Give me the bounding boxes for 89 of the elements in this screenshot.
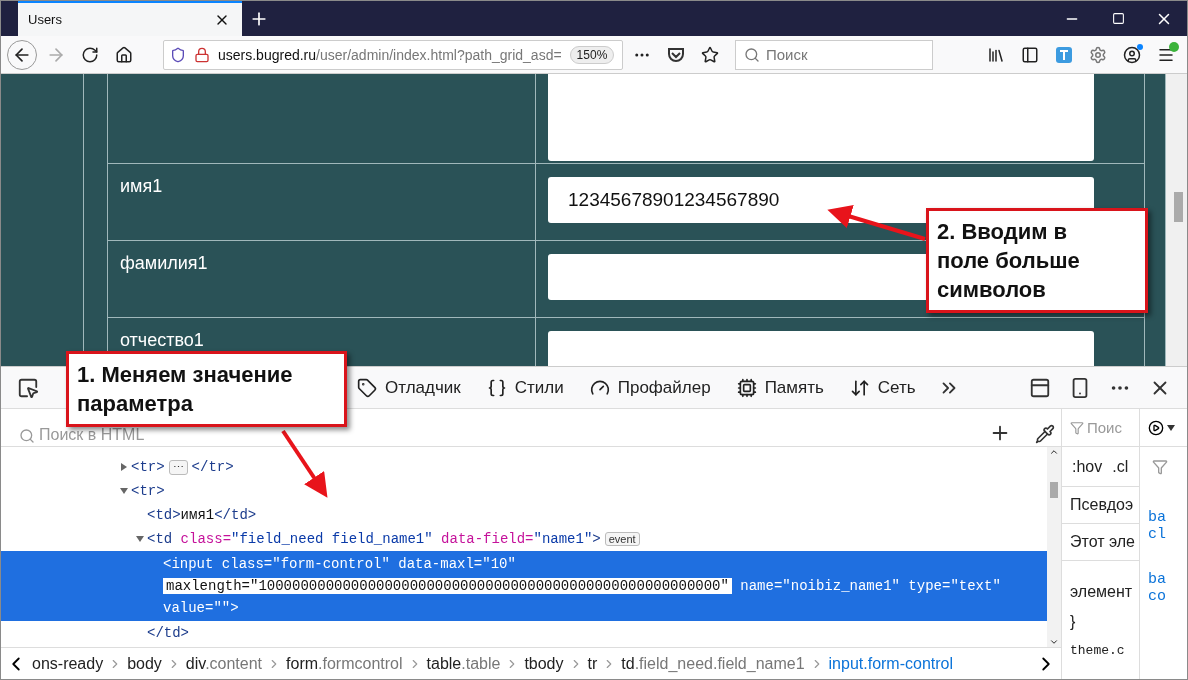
style-icon <box>486 377 507 398</box>
attribute-name: class= <box>179 531 232 547</box>
search-icon <box>744 46 760 63</box>
filter-icon <box>1070 420 1084 435</box>
devtools-tab[interactable]: Отладчик <box>347 377 471 398</box>
attribute-name: data-maxl= <box>397 556 483 572</box>
expanded-triangle-icon[interactable] <box>117 486 131 496</box>
breadcrumb[interactable]: tr <box>584 654 601 673</box>
devtools-tab[interactable]: Стили <box>476 377 574 398</box>
hover-toggle[interactable]: :hov <box>1072 457 1103 476</box>
breadcrumb[interactable]: body <box>124 654 165 673</box>
maximize-icon[interactable] <box>1111 12 1125 25</box>
lock-icon[interactable] <box>194 46 210 63</box>
breadcrumb[interactable]: table.table <box>423 654 504 673</box>
breadcrumb[interactable]: form.formcontrol <box>283 654 406 673</box>
caret-icon[interactable] <box>1166 423 1176 432</box>
rules-text: theme.c <box>1069 642 1126 660</box>
rules-text: элемент <box>1069 582 1134 602</box>
annotation-tooltip: 2. Вводим в поле больше символов <box>926 208 1148 313</box>
field-label: фамилия1 <box>120 253 208 273</box>
reload-icon[interactable] <box>81 45 99 64</box>
tag-text: </td> <box>147 625 189 641</box>
input-field[interactable] <box>548 331 1094 366</box>
attribute-value: "text" <box>950 578 1001 594</box>
attribute-value: "noibiz_name1" <box>782 578 900 594</box>
tag-text: </tr> <box>191 459 234 475</box>
home-icon[interactable] <box>115 45 133 64</box>
devtools-tab[interactable]: Память <box>726 377 834 398</box>
scrollbar[interactable] <box>1047 447 1061 647</box>
tag-text: > <box>230 600 239 616</box>
stylesheet-link[interactable]: ba <box>1140 509 1187 526</box>
browser-tab[interactable]: Users <box>18 1 242 36</box>
shield-icon[interactable] <box>170 46 186 63</box>
debugger-icon <box>357 377 377 398</box>
attribute-edit-field[interactable]: maxlength="1000000000000000000000000000000000000000000000000000000" <box>163 578 732 594</box>
node-text: имя1 <box>180 507 215 523</box>
tag-text: > <box>592 531 601 547</box>
stylesheet-link[interactable]: cl <box>1140 526 1187 543</box>
tag-text: <tr> <box>131 483 165 499</box>
event-badge[interactable]: event <box>604 532 640 546</box>
search-icon <box>19 428 35 444</box>
tag-text: </td> <box>214 507 257 523</box>
breadcrumb[interactable]: input.form-control <box>825 654 957 673</box>
annotation-tooltip: 1. Меняем значение параметра <box>66 351 347 427</box>
attribute-value: "10" <box>482 556 516 572</box>
zoom-badge[interactable]: 150% <box>569 45 615 64</box>
rules-text: } <box>1069 612 1077 632</box>
attribute-name: value= <box>163 600 214 616</box>
tag-text: <input <box>163 556 214 572</box>
stylesheet-link[interactable]: co <box>1140 588 1187 605</box>
tab-title: Users <box>28 12 62 27</box>
search-field[interactable]: Поиск <box>735 39 933 70</box>
attribute-name: data-field= <box>440 531 534 547</box>
breadcrumb[interactable]: td.field_need.field_name1 <box>618 654 808 673</box>
breadcrumb[interactable]: div.content <box>182 654 266 673</box>
attribute-name: class= <box>220 556 273 572</box>
scrollbar-thumb[interactable] <box>1050 481 1058 498</box>
attribute-value: "field_need field_name1" <box>231 531 433 547</box>
memory-icon <box>736 377 757 398</box>
class-toggle[interactable]: .cl <box>1112 457 1129 476</box>
play-icon[interactable] <box>1148 419 1164 436</box>
scroll-up-icon[interactable] <box>1049 447 1059 457</box>
rules-text: Этот эле <box>1062 524 1139 561</box>
url-text: users.bugred.ru/user/admin/index.html?path_grid_asd= <box>218 46 562 63</box>
attribute-value: "name1" <box>533 531 593 547</box>
breadcrumb[interactable]: ons-ready <box>29 654 107 673</box>
selected-node[interactable]: <input class="form-control" data-maxl="10" maxlength="1000000000000000000000000000000000000000000000000000000" name="noibiz_name1" type="text" value=""> <box>1 551 1047 621</box>
stylesheet-link[interactable]: ba <box>1140 571 1187 588</box>
field-label: имя1 <box>120 176 163 196</box>
field-label: отчество1 <box>120 330 204 350</box>
event-badge[interactable]: ⋯ <box>168 459 188 475</box>
attribute-name: name= <box>739 578 783 594</box>
tag-text: <tr> <box>131 459 165 475</box>
devtools-tab[interactable]: Сеть <box>839 377 926 398</box>
address-bar[interactable]: users.bugred.ru/user/admin/index.html?path_grid_asd= 150% <box>163 39 623 70</box>
arrow <box>281 429 328 498</box>
tag-text: <td> <box>147 507 181 523</box>
scrollbar[interactable] <box>1165 74 1187 366</box>
filter-icon[interactable] <box>1152 459 1168 475</box>
tag-text: <td <box>147 531 173 547</box>
rules-text: Псевдоэ <box>1062 487 1139 524</box>
devtools-tab[interactable]: Профайлер <box>579 377 721 398</box>
expanded-triangle-icon[interactable] <box>133 534 147 544</box>
textarea-field[interactable] <box>548 74 1094 161</box>
attribute-value: "form-control" <box>272 556 390 572</box>
breadcrumb[interactable]: tbody <box>521 654 567 673</box>
eyedropper-icon[interactable] <box>1035 424 1055 444</box>
attribute-name: type= <box>907 578 951 594</box>
attribute-value: "" <box>213 600 231 616</box>
